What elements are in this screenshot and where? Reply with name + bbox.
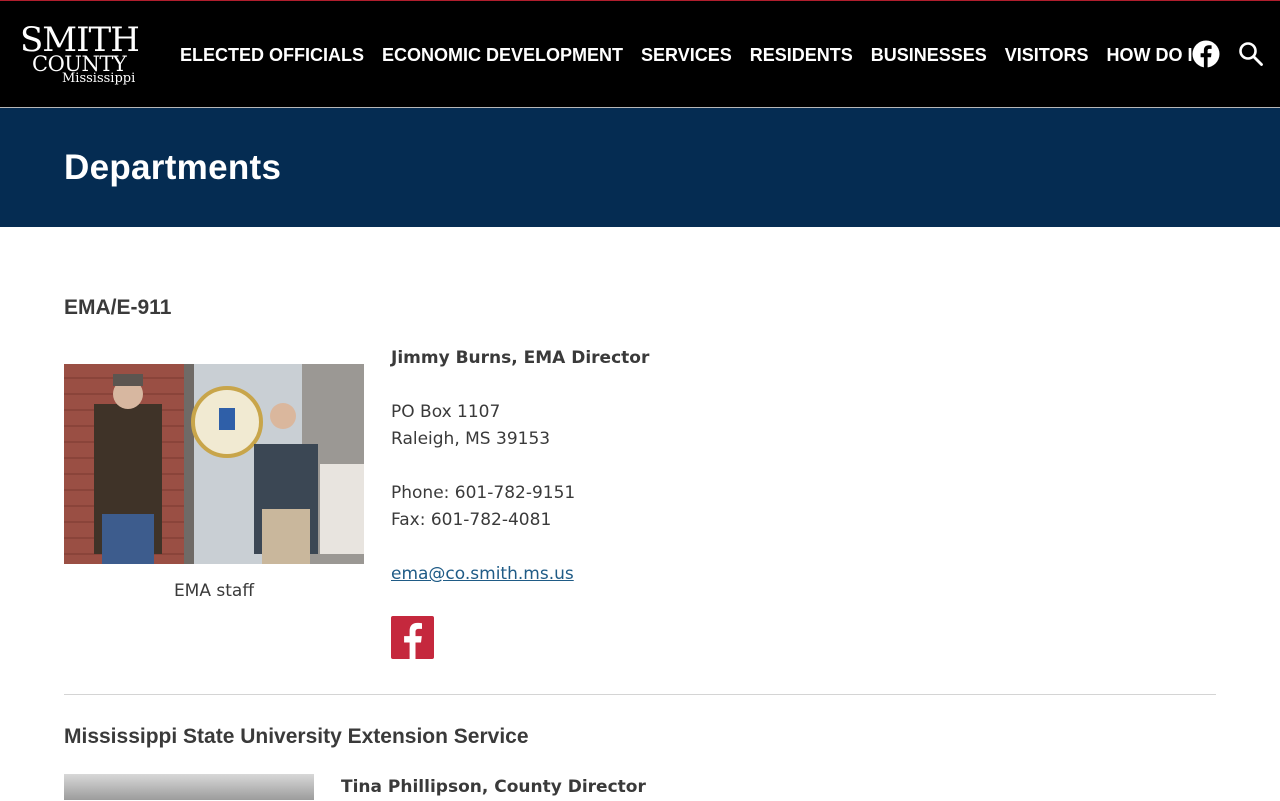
page-banner: Departments bbox=[0, 108, 1280, 227]
nav-residents[interactable]: RESIDENTS bbox=[741, 43, 862, 67]
facebook-icon[interactable] bbox=[1191, 39, 1221, 69]
logo-line-mississippi: Mississippi bbox=[62, 71, 136, 86]
department-title-msu-extension: Mississippi State University Extension S… bbox=[64, 725, 529, 748]
photo-caption: EMA staff bbox=[173, 581, 255, 601]
nav-economic-development[interactable]: ECONOMIC DEVELOPMENT bbox=[373, 43, 632, 67]
phone-number: Phone: 601-782-9151 bbox=[391, 483, 576, 503]
msu-extension-photo bbox=[64, 774, 314, 800]
main-nav: ELECTED OFFICIALS ECONOMIC DEVELOPMENT S… bbox=[171, 43, 1213, 67]
page-title: Departments bbox=[64, 148, 282, 187]
address-line-1: PO Box 1107 bbox=[391, 402, 501, 422]
address-line-2: Raleigh, MS 39153 bbox=[391, 429, 551, 449]
contact-name: Jimmy Burns, EMA Director bbox=[391, 345, 649, 372]
email-link[interactable]: ema@co.smith.ms.us bbox=[391, 564, 574, 584]
contact-name-text: Jimmy Burns, EMA Director bbox=[391, 348, 650, 368]
department-title-ema: EMA/E-911 bbox=[64, 296, 172, 319]
ema-staff-photo bbox=[64, 364, 364, 564]
site-header: SMITH COUNTY Mississippi ELECTED OFFICIA… bbox=[0, 0, 1280, 108]
facebook-square-icon[interactable] bbox=[391, 616, 434, 659]
fax-number: Fax: 601-782-4081 bbox=[391, 510, 552, 530]
nav-elected-officials[interactable]: ELECTED OFFICIALS bbox=[171, 43, 373, 67]
contact-name-msu-text: Tina Phillipson, County Director bbox=[341, 777, 646, 797]
nav-services[interactable]: SERVICES bbox=[632, 43, 741, 67]
nav-businesses[interactable]: BUSINESSES bbox=[862, 43, 996, 67]
search-icon[interactable] bbox=[1236, 39, 1266, 69]
nav-visitors[interactable]: VISITORS bbox=[996, 43, 1098, 67]
site-logo[interactable]: SMITH COUNTY Mississippi bbox=[18, 23, 140, 91]
contact-name-msu: Tina Phillipson, County Director bbox=[341, 774, 646, 801]
section-divider bbox=[64, 694, 1216, 695]
